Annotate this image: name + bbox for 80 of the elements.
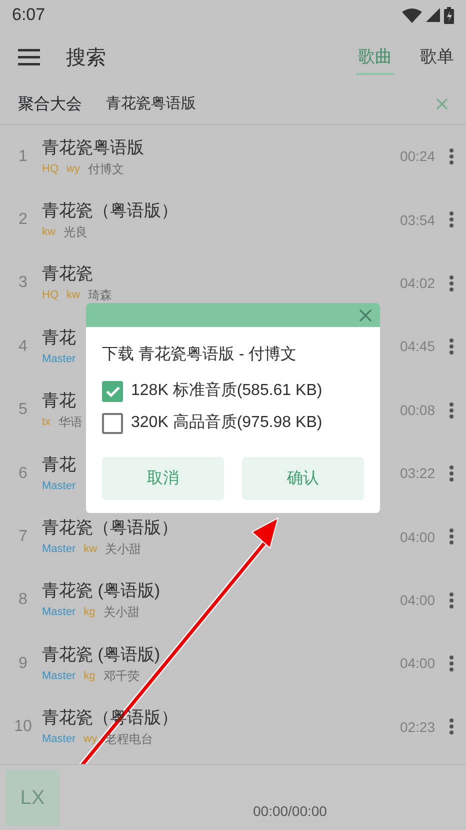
song-duration: 00:24	[400, 147, 435, 166]
track-number: 5	[18, 400, 28, 420]
song-title[interactable]: 青花瓷粤语版	[42, 136, 400, 159]
quality-tag: tx	[42, 415, 51, 430]
more-icon	[449, 274, 454, 292]
more-icon	[449, 655, 454, 672]
close-icon	[436, 98, 448, 110]
quality-tag: kg	[84, 668, 96, 684]
page-title: 搜索	[66, 46, 106, 70]
more-icon	[449, 718, 454, 736]
option-label: 320K 高品音质(975.98 KB)	[131, 412, 322, 433]
song-duration: 03:22	[400, 464, 435, 484]
quality-tag: Master	[42, 542, 76, 558]
quality-tag: Master	[42, 352, 76, 367]
status-time: 6:07	[12, 4, 46, 26]
song-duration: 04:45	[400, 337, 435, 356]
artist-name: 光良	[63, 225, 88, 240]
track-number: 7	[18, 527, 28, 548]
check-icon	[106, 386, 120, 396]
artist-name: 付博文	[88, 162, 124, 177]
app-logo: LX	[5, 770, 60, 826]
song-title[interactable]: 青花瓷	[42, 263, 400, 286]
more-icon	[449, 528, 454, 546]
track-number: 1	[18, 146, 28, 167]
menu-icon	[18, 48, 40, 66]
artist-name: 琦森	[88, 288, 112, 304]
more-icon	[449, 338, 454, 356]
wifi-icon	[402, 8, 422, 22]
artist-name: 关小甜	[105, 542, 142, 558]
track-number: 8	[18, 590, 28, 610]
quality-tag: wy	[66, 162, 80, 177]
checkbox[interactable]	[102, 412, 123, 434]
song-title[interactable]: 青花瓷 (粤语版)	[42, 580, 400, 602]
quality-tag: HQ	[42, 288, 58, 304]
song-duration: 04:00	[400, 654, 435, 674]
quality-tag: Master	[42, 478, 76, 494]
signal-icon	[426, 8, 440, 22]
track-number: 3	[18, 273, 28, 294]
artist-name: 邓千荧	[103, 668, 140, 684]
song-duration: 03:54	[400, 210, 435, 230]
more-icon	[449, 592, 454, 609]
song-title[interactable]: 青花瓷（粤语版）	[42, 200, 400, 222]
source-selector[interactable]: 聚合大会	[18, 92, 82, 116]
dialog-heading: 下载 青花瓷粤语版 - 付博文	[102, 344, 298, 365]
more-icon	[449, 211, 454, 228]
quality-tag: Master	[42, 732, 76, 748]
more-icon	[449, 464, 454, 482]
dialog-close-button[interactable]	[359, 308, 372, 322]
song-title[interactable]: 青花瓷 (粤语版)	[42, 644, 400, 666]
quality-tag: kw	[42, 225, 56, 240]
song-title[interactable]: 青花瓷（粤语版）	[42, 517, 400, 540]
more-icon	[449, 402, 454, 419]
track-number: 10	[13, 717, 33, 738]
option-label: 128K 标准音质(585.61 KB)	[131, 380, 322, 401]
quality-tag: kw	[84, 542, 98, 558]
artist-name: 老程电台	[105, 732, 154, 748]
quality-tag: HQ	[42, 162, 58, 177]
playback-time: 00:00/00:00	[253, 802, 327, 821]
track-number: 6	[18, 464, 28, 484]
quality-tag: kg	[84, 605, 96, 620]
quality-tag: wy	[84, 732, 98, 748]
song-duration: 00:08	[400, 400, 435, 420]
battery-icon	[444, 6, 454, 24]
quality-tag: Master	[42, 605, 76, 620]
song-duration: 04:00	[400, 590, 435, 610]
quality-tag: kw	[66, 288, 80, 304]
artist-name: 华语	[58, 415, 83, 430]
track-number: 9	[18, 654, 28, 674]
more-icon	[449, 148, 454, 165]
song-duration: 02:23	[400, 718, 435, 737]
quality-tag: Master	[42, 668, 76, 684]
track-number: 4	[18, 336, 28, 357]
close-icon	[359, 308, 372, 322]
song-duration: 04:00	[400, 528, 435, 547]
tab[interactable]: 歌单	[418, 40, 456, 76]
track-number: 2	[18, 210, 28, 230]
artist-name: 关小甜	[103, 605, 140, 620]
song-duration: 04:02	[400, 274, 435, 293]
checkbox[interactable]	[102, 380, 123, 402]
search-query: 青花瓷粤语版	[106, 94, 196, 114]
